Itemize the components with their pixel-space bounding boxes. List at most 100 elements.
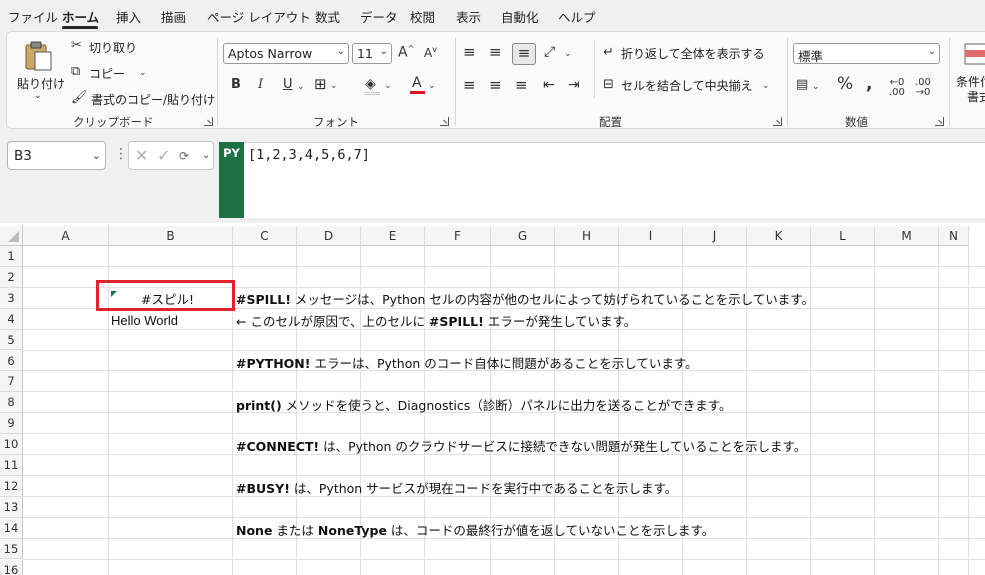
tab-file[interactable]: ファイル [8,7,58,26]
align-center-icon[interactable]: ≡ [489,78,502,93]
name-box[interactable]: B3 ⌄ [7,141,106,170]
cell-c10[interactable]: #CONNECT! は、Python のクラウドサービスに接続できない問題が発生… [236,436,806,455]
column-header-n[interactable]: N [939,226,969,246]
column-header-a[interactable]: A [23,226,109,246]
python-badge[interactable]: PY [219,142,244,218]
increase-indent-icon[interactable]: ⇥ [568,78,580,92]
tab-draw[interactable]: 描画 [161,7,186,26]
column-header-j[interactable]: J [683,226,747,246]
font-launcher-icon[interactable] [440,117,449,126]
cell-c12[interactable]: #BUSY! は、Python サービスが現在コードを実行中であることを示します… [236,478,677,497]
paste-button[interactable]: 貼り付け ⌄ [15,38,65,104]
tab-automate[interactable]: 自動化 [501,7,539,26]
chevron-down-icon: ⌄ [336,46,345,57]
orientation-icon[interactable]: ⤢ [544,45,555,59]
row-header-2[interactable]: 2 [0,266,23,288]
cell-c14[interactable]: None または NoneType は、コードの最終行が値を返していないことを示… [236,520,714,539]
merge-center-button[interactable]: ⊟ セルを結合して中央揃え ⌄ [603,77,773,95]
column-header-d[interactable]: D [297,226,361,246]
cell-c4[interactable]: ← このセルが原因で、上のセルに #SPILL! エラーが発生しています。 [236,311,636,330]
comma-style-icon[interactable]: , [866,76,872,93]
row-header-7[interactable]: 7 [0,371,23,393]
row-header-3[interactable]: 3 [0,287,23,309]
chevron-down-icon[interactable]: ⌄ [297,82,305,92]
cell-c8[interactable]: print() メソッドを使うと、Diagnostics（診断）パネルに出力を送… [236,395,731,414]
row-header-15[interactable]: 15 [0,538,23,560]
number-format-select[interactable]: 標準 ⌄ [793,43,940,64]
column-header-l[interactable]: L [811,226,875,246]
chevron-down-icon[interactable]: ⌄ [202,150,210,161]
fill-color-button[interactable]: ◈ ⌄ [365,77,397,95]
column-header-m[interactable]: M [875,226,939,246]
more-options-icon[interactable]: ⋮ [114,146,128,162]
format-painter-button[interactable]: 🖌 書式のコピー/貼り付け [71,91,215,109]
row-header-8[interactable]: 8 [0,392,23,414]
tab-insert[interactable]: 挿入 [116,7,141,26]
row-header-13[interactable]: 13 [0,496,23,518]
align-left-icon[interactable]: ≡ [463,78,476,93]
number-launcher-icon[interactable] [935,117,944,126]
select-all-button[interactable] [0,226,23,246]
accounting-format-icon[interactable]: ▤ [796,78,808,91]
bold-button[interactable]: B [231,78,241,91]
tab-data[interactable]: データ [360,7,398,26]
formula-input[interactable]: [1,2,3,4,5,6,7] [244,142,985,218]
align-top-icon[interactable]: ≡ [463,45,476,60]
row-header-1[interactable]: 1 [0,246,23,267]
wrap-text-button[interactable]: ↵ 折り返して全体を表示する [603,45,765,63]
row-header-4[interactable]: 4 [0,308,23,330]
border-button[interactable]: ⊞ ⌄ [314,77,344,93]
cancel-icon[interactable]: ✕ [135,146,148,165]
python-output-icon[interactable]: ⟳ [179,149,189,163]
column-header-b[interactable]: B [109,226,233,246]
copy-button[interactable]: ⧉ コピー ⌄ [71,65,151,83]
row-header-11[interactable]: 11 [0,455,23,476]
column-header-k[interactable]: K [747,226,811,246]
cell-c6[interactable]: #PYTHON! エラーは、Python のコード自体に問題があることを示してい… [236,353,698,372]
font-size-select[interactable]: 11 ⌄ [352,43,392,64]
column-header-i[interactable]: I [619,226,683,246]
tab-view[interactable]: 表示 [456,7,481,26]
font-color-button[interactable]: A ⌄ [410,76,440,94]
tab-review[interactable]: 校閲 [410,7,435,26]
tab-page-layout[interactable]: ページ レイアウト [207,7,311,26]
font-name-select[interactable]: Aptos Narrow ⌄ [223,43,349,64]
row-header-14[interactable]: 14 [0,517,23,539]
conditional-format-button[interactable]: 条件付 書式 [955,38,985,108]
underline-button[interactable]: U [283,78,293,91]
alignment-launcher-icon[interactable] [773,117,782,126]
column-gridline [874,246,875,575]
confirm-icon[interactable]: ✓ [157,146,170,165]
italic-button[interactable]: I [258,78,263,91]
decrease-font-size-icon[interactable]: Av [424,46,437,60]
cell-b4[interactable]: Hello World [111,313,178,328]
column-header-e[interactable]: E [361,226,425,246]
percent-style-icon[interactable]: % [837,76,853,93]
number-group-label: 数値 [845,115,868,129]
align-bottom-icon[interactable]: ≡ [512,43,536,65]
column-header-g[interactable]: G [491,226,555,246]
row-header-6[interactable]: 6 [0,350,23,372]
increase-font-size-icon[interactable]: A^ [398,45,414,60]
row-header-5[interactable]: 5 [0,329,23,351]
column-header-h[interactable]: H [555,226,619,246]
align-middle-icon[interactable]: ≡ [489,45,502,60]
decrease-indent-icon[interactable]: ⇤ [543,78,555,92]
column-header-c[interactable]: C [233,226,297,246]
align-right-icon[interactable]: ≡ [515,78,528,93]
row-header-12[interactable]: 12 [0,475,23,497]
tab-formulas[interactable]: 数式 [315,7,340,26]
row-header-16[interactable]: 16 [0,559,23,575]
decrease-decimal-icon[interactable]: .00 →0 [915,78,931,98]
cell-c3[interactable]: #SPILL! メッセージは、Python セルの内容が他のセルによって妨げられ… [236,289,814,308]
clipboard-launcher-icon[interactable] [204,117,213,126]
tab-help[interactable]: ヘルプ [558,7,596,26]
chevron-down-icon[interactable]: ⌄ [564,49,572,59]
increase-decimal-icon[interactable]: ←0.00 [889,78,905,98]
cut-button[interactable]: ✂ 切り取り [71,39,141,57]
chevron-down-icon[interactable]: ⌄ [812,82,820,92]
tab-home[interactable]: ホーム [62,7,99,26]
column-header-f[interactable]: F [425,226,491,246]
row-header-10[interactable]: 10 [0,434,23,455]
row-header-9[interactable]: 9 [0,413,23,435]
